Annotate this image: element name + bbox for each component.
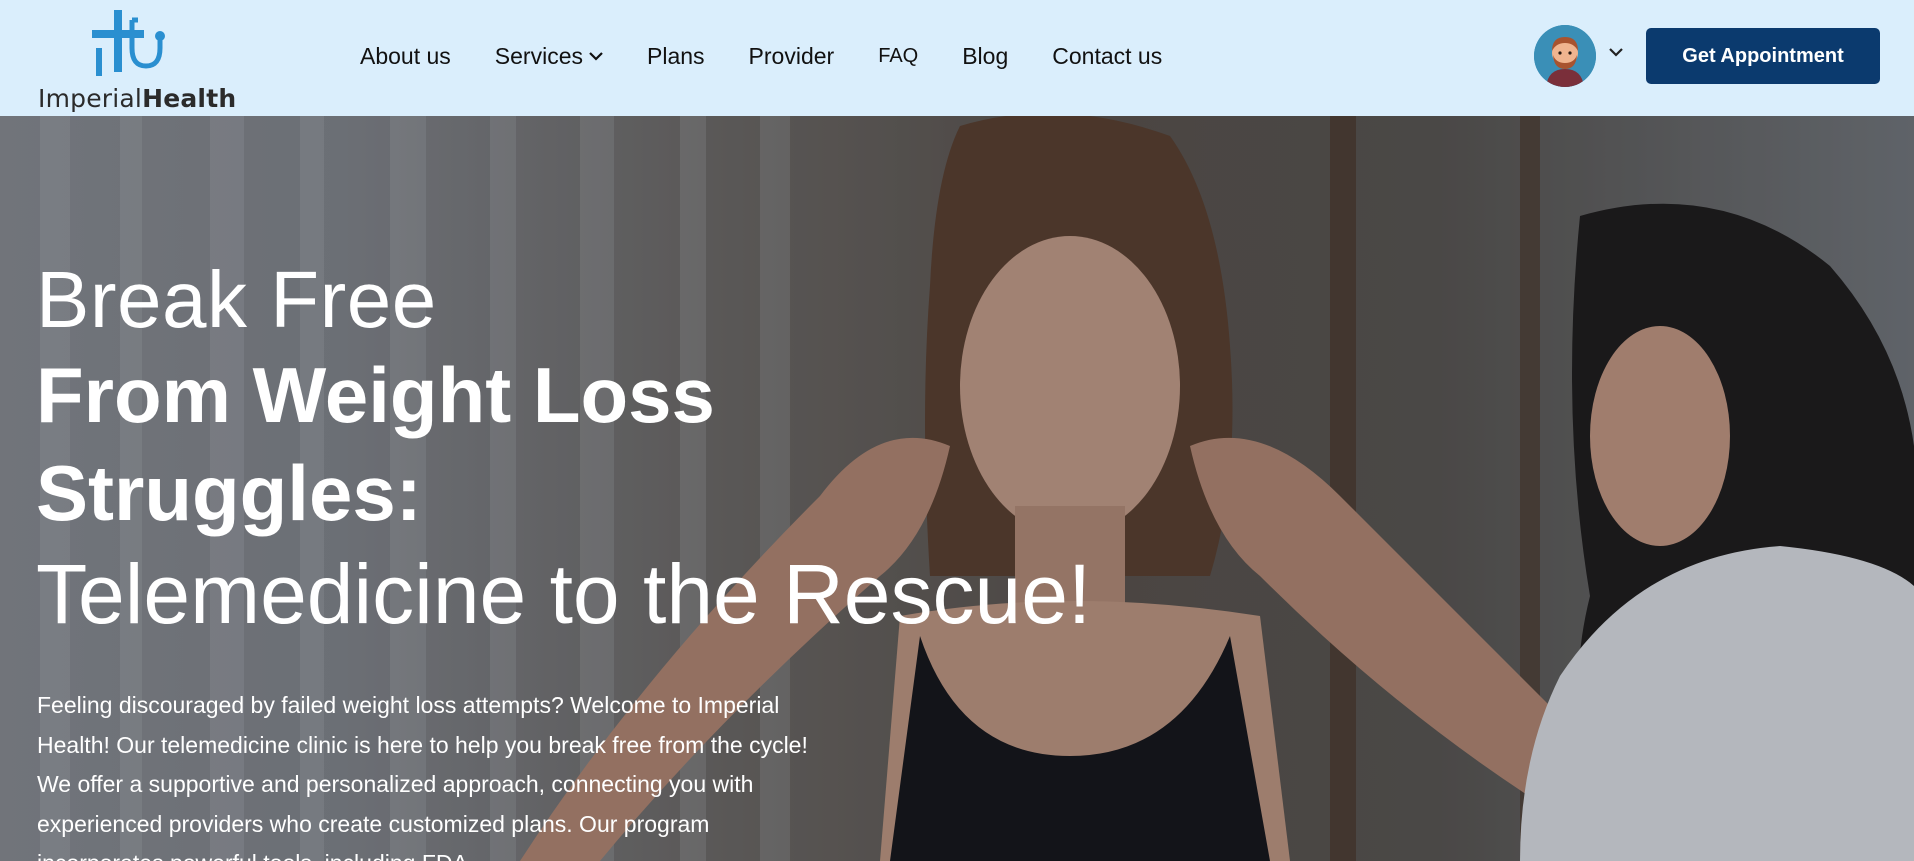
user-avatar-icon[interactable] (1534, 25, 1596, 87)
nav-contact-us[interactable]: Contact us (1052, 43, 1162, 70)
chevron-down-icon (589, 52, 603, 61)
nav-about-us[interactable]: About us (360, 43, 451, 70)
nav-plans[interactable]: Plans (647, 43, 705, 70)
site-header: ImperialHealth About us Services Plans P… (0, 0, 1914, 116)
hero-intro-text: Feeling discouraged by failed weight los… (37, 692, 808, 861)
account-dropdown-chevron-icon[interactable] (1608, 46, 1624, 58)
nav-services[interactable]: Services (495, 43, 603, 70)
main-nav: About us Services Plans Provider FAQ Blo… (360, 38, 1206, 74)
hero-line-1: Break Free (36, 255, 437, 344)
hero-section: Break Free From Weight Loss Struggles: T… (0, 116, 1914, 861)
hero-line-3: Struggles: (36, 449, 422, 537)
nav-blog[interactable]: Blog (962, 43, 1008, 70)
nav-faq[interactable]: FAQ (878, 45, 918, 68)
hero-line-4: Telemedicine to the Rescue! (36, 547, 1092, 641)
brand-logo[interactable]: ImperialHealth (38, 8, 236, 113)
hero-line-2: From Weight Loss (36, 351, 715, 439)
get-appointment-button[interactable]: Get Appointment (1646, 28, 1880, 84)
hero-headline: Break Free From Weight Loss Struggles: T… (36, 254, 1091, 642)
medical-cross-stethoscope-icon (92, 10, 165, 76)
brand-wordmark: ImperialHealth (38, 84, 237, 113)
nav-provider[interactable]: Provider (749, 43, 835, 70)
